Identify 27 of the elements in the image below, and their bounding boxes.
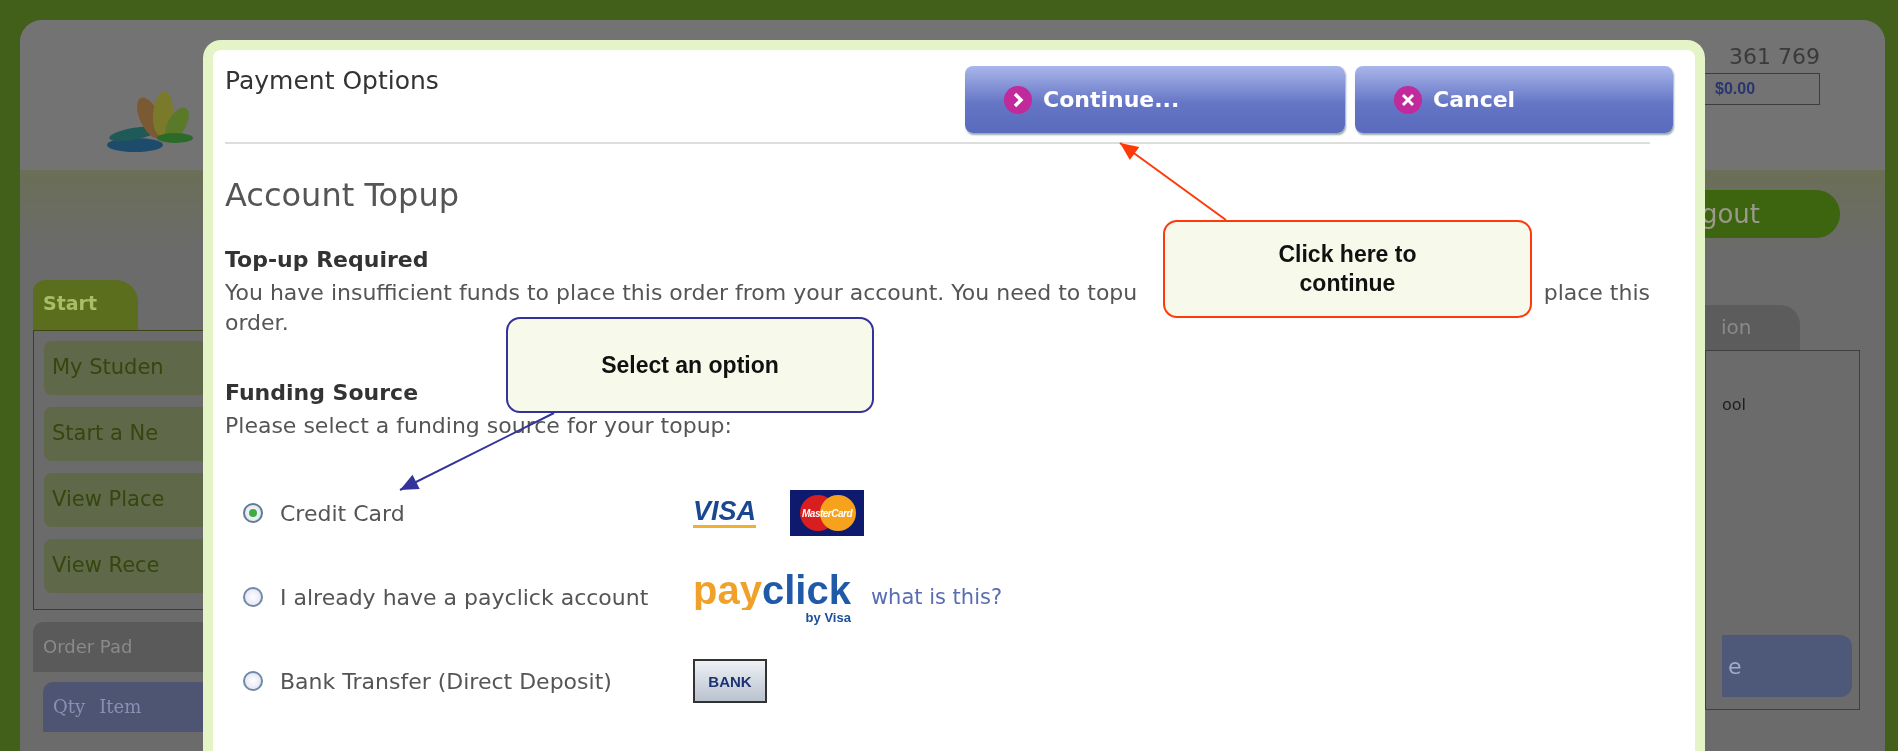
close-icon bbox=[1393, 84, 1423, 115]
message-text: order. bbox=[225, 309, 289, 337]
option-label: Credit Card bbox=[280, 500, 406, 526]
callout-note: Select an option bbox=[506, 317, 874, 413]
start-tab[interactable]: Start bbox=[33, 280, 138, 330]
radio-button[interactable] bbox=[243, 671, 263, 691]
continue-button[interactable]: Continue... bbox=[965, 66, 1345, 133]
topup-heading: Top-up Required bbox=[225, 246, 429, 273]
help-link[interactable]: what is this? bbox=[870, 585, 1003, 609]
phone-number: 361 769 bbox=[1729, 44, 1820, 69]
panel-button[interactable]: e bbox=[1722, 635, 1852, 697]
panel-text: ool bbox=[1722, 395, 1748, 414]
dialog-title: Payment Options bbox=[225, 66, 439, 95]
section-heading: Account Topup bbox=[225, 176, 459, 214]
bank-logo: BANK bbox=[693, 659, 767, 703]
option-label: I already have a payclick account bbox=[280, 584, 650, 610]
option-label: Bank Transfer (Direct Deposit) bbox=[280, 668, 613, 694]
visa-logo: VISA bbox=[693, 498, 757, 528]
chevron-icon bbox=[1003, 84, 1033, 115]
radio-button[interactable] bbox=[243, 587, 263, 607]
callout-note: Click here to continue bbox=[1163, 220, 1532, 318]
message-text: place this bbox=[1543, 279, 1650, 307]
radio-button[interactable] bbox=[243, 503, 263, 523]
column-header: Qty bbox=[53, 696, 86, 719]
message-text: You have insufficient funds to place this order from your account. You need to topu bbox=[225, 279, 1138, 307]
column-header: Item bbox=[99, 696, 142, 719]
cancel-button[interactable]: Cancel bbox=[1355, 66, 1673, 133]
